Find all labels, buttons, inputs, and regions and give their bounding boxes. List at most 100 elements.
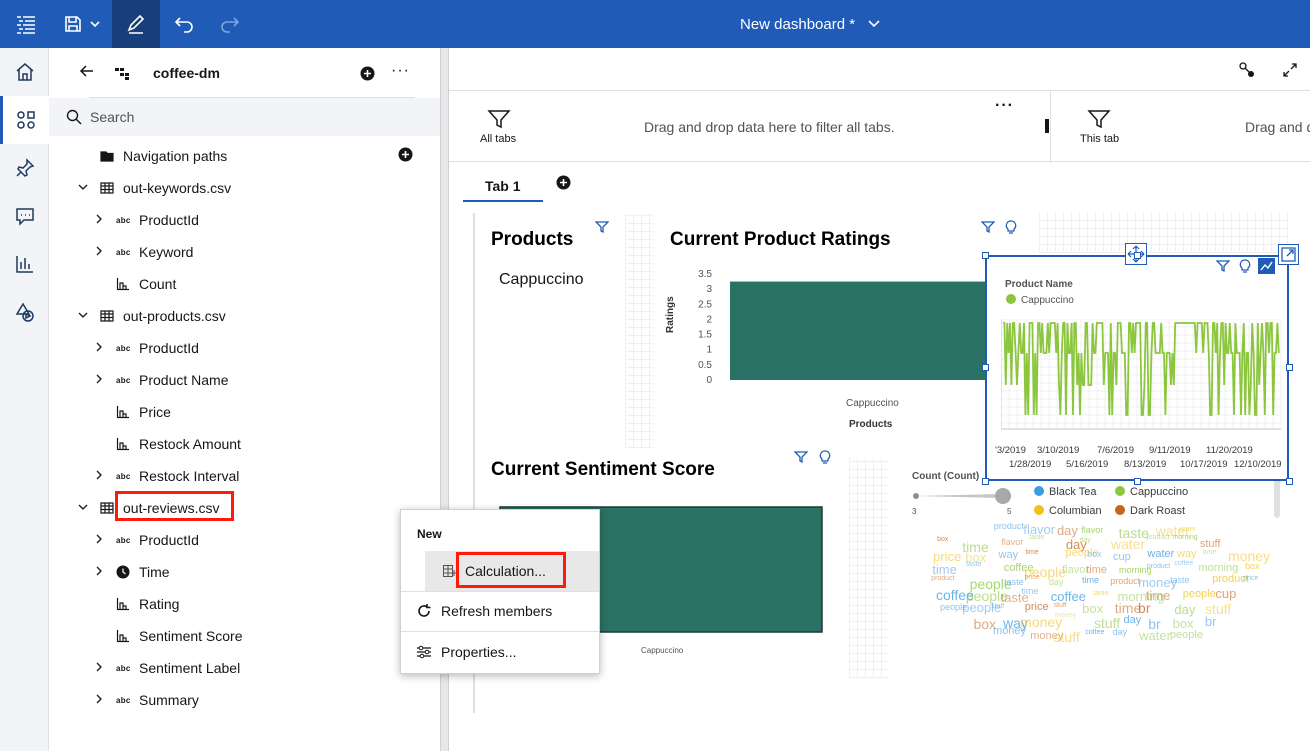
word-cloud-word[interactable]: flavor <box>1062 564 1089 576</box>
chevron-right-icon[interactable] <box>94 470 104 480</box>
insights-icon[interactable] <box>819 450 831 470</box>
word-cloud-word[interactable]: time <box>1203 549 1216 556</box>
dashboard-title-button[interactable]: New dashboard * <box>740 0 881 48</box>
refresh-members-menu-item[interactable]: Refresh members <box>401 591 599 631</box>
word-cloud-word[interactable]: product <box>931 575 954 582</box>
legend-item[interactable]: Dark Roast <box>1115 505 1185 517</box>
tree-item[interactable]: abc ProductId <box>49 332 440 364</box>
menu-icon[interactable] <box>0 0 52 48</box>
tree-item[interactable]: abc Restock Interval <box>49 460 440 492</box>
word-cloud-word[interactable]: way <box>999 549 1019 561</box>
word-cloud-word[interactable]: day <box>1049 577 1064 587</box>
tree-item[interactable]: abc ProductId <box>49 524 440 556</box>
word-cloud-word[interactable]: product <box>1147 563 1170 570</box>
tree-item[interactable]: out-products.csv <box>49 300 440 332</box>
add-tab-button[interactable] <box>556 175 571 195</box>
word-cloud-word[interactable]: br <box>1205 614 1217 629</box>
filter-more-icon[interactable]: ··· <box>995 97 1014 115</box>
home-button[interactable] <box>0 48 49 96</box>
search-input[interactable] <box>90 109 390 125</box>
word-cloud-word[interactable]: stuff <box>1053 629 1079 645</box>
word-cloud-word[interactable]: water <box>1111 536 1145 552</box>
word-cloud-word[interactable]: morning <box>1172 534 1197 541</box>
resize-handle[interactable] <box>1286 364 1293 371</box>
word-cloud-word[interactable]: product <box>1146 534 1169 541</box>
chevron-right-icon[interactable] <box>94 374 104 384</box>
tree-item[interactable]: Time <box>49 556 440 588</box>
word-cloud-word[interactable]: water <box>1139 628 1171 643</box>
comments-button[interactable] <box>0 192 49 240</box>
word-cloud-word[interactable]: box <box>1087 549 1102 559</box>
word-cloud-word[interactable]: time <box>1086 564 1107 576</box>
tree-item[interactable]: Sentiment Score <box>49 620 440 652</box>
word-cloud-word[interactable]: people <box>1170 629 1203 641</box>
word-cloud-word[interactable]: price <box>1025 601 1049 613</box>
word-cloud-word[interactable]: stuff <box>1054 602 1067 609</box>
word-cloud-word[interactable]: box <box>1082 601 1103 616</box>
resize-handle[interactable] <box>1045 119 1049 133</box>
word-cloud-word[interactable]: flavor <box>1081 525 1103 535</box>
resize-handle[interactable] <box>1134 252 1141 259</box>
save-button[interactable] <box>52 0 112 48</box>
word-cloud-word[interactable]: box <box>937 536 948 543</box>
chevron-right-icon[interactable] <box>94 662 104 672</box>
word-cloud-word[interactable]: stuff <box>1200 538 1221 550</box>
chevron-down-icon[interactable] <box>78 182 88 192</box>
chevron-right-icon[interactable] <box>94 342 104 352</box>
more-options-icon[interactable]: ··· <box>391 62 410 80</box>
insights-icon[interactable] <box>1239 259 1251 279</box>
ratings-bar[interactable] <box>730 281 994 380</box>
fullscreen-button[interactable] <box>1282 62 1298 83</box>
word-cloud-word[interactable]: day <box>1124 614 1142 626</box>
widget-filter-icon[interactable] <box>980 221 996 239</box>
edit-mode-button[interactable] <box>112 0 160 48</box>
products-value[interactable]: Cappuccino <box>499 271 584 289</box>
resize-handle[interactable] <box>982 478 989 485</box>
tree-item[interactable]: Count <box>49 268 440 300</box>
tree-item[interactable]: abc Product Name <box>49 364 440 396</box>
tree-item[interactable]: out-reviews.csv <box>49 492 440 524</box>
back-button[interactable] <box>79 64 95 83</box>
change-visualization-icon[interactable] <box>1258 258 1275 274</box>
tree-item[interactable]: Navigation paths <box>49 140 440 172</box>
undo-button[interactable] <box>162 0 206 48</box>
tree-item[interactable]: abc ProductId <box>49 204 440 236</box>
word-cloud-word[interactable]: time <box>1082 575 1099 585</box>
chevron-right-icon[interactable] <box>94 534 104 544</box>
resize-handle[interactable] <box>1134 478 1141 485</box>
visualizations-button[interactable] <box>0 240 49 288</box>
word-cloud-word[interactable]: br <box>1138 600 1150 616</box>
assets-button[interactable] <box>0 288 49 336</box>
chevron-down-icon[interactable] <box>78 310 88 320</box>
chevron-right-icon[interactable] <box>94 246 104 256</box>
word-cloud-word[interactable]: people <box>1183 588 1216 600</box>
timeline-series-line[interactable] <box>1003 322 1280 416</box>
word-cloud-word[interactable]: price <box>1243 575 1258 582</box>
word-cloud-word[interactable]: product <box>1110 576 1140 586</box>
word-cloud-word[interactable]: product <box>994 521 1024 531</box>
word-cloud-word[interactable]: way <box>1177 548 1197 560</box>
word-cloud-word[interactable]: cup <box>1215 586 1236 601</box>
legend-scrollbar[interactable] <box>1274 478 1280 518</box>
widget-filter-icon[interactable] <box>793 451 809 469</box>
word-cloud-word[interactable]: taste <box>1093 590 1108 597</box>
focus-mode-button[interactable] <box>1278 244 1299 265</box>
pin-button[interactable] <box>0 144 49 192</box>
tree-item[interactable]: Price <box>49 396 440 428</box>
properties-menu-item[interactable]: Properties... <box>401 632 599 672</box>
tree-item[interactable]: abc Sentiment Label <box>49 652 440 684</box>
word-cloud-word[interactable]: taste <box>966 561 981 568</box>
count-range-slider[interactable] <box>913 488 1011 504</box>
word-cloud-word[interactable]: price <box>1024 574 1039 581</box>
widget-filter-icon[interactable] <box>1215 260 1231 278</box>
legend-item[interactable]: Black Tea <box>1034 486 1097 498</box>
data-sources-button[interactable] <box>0 96 49 144</box>
word-cloud-word[interactable]: flavor <box>1001 537 1023 547</box>
chevron-right-icon[interactable] <box>94 694 104 704</box>
resize-handle[interactable] <box>1286 478 1293 485</box>
resize-handle[interactable] <box>982 364 989 371</box>
word-cloud-word[interactable]: stuff <box>991 603 1004 610</box>
legend-item[interactable]: Columbian <box>1034 505 1102 517</box>
add-source-button[interactable] <box>360 66 375 86</box>
add-navigation-path-icon[interactable] <box>398 147 413 162</box>
